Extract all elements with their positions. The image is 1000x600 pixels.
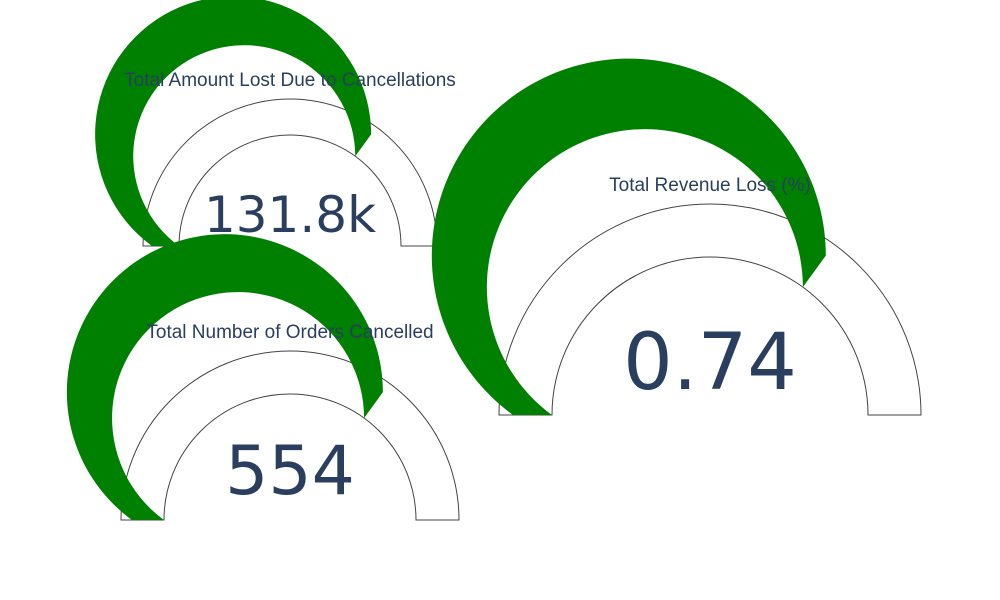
gauge-title-orders-cancelled: Total Number of Orders Cancelled: [146, 322, 434, 343]
gauge-value-amount-lost: 131.8k: [203, 186, 377, 244]
gauge-title-revenue-loss: Total Revenue Loss (%): [609, 175, 811, 196]
gauge-title-amount-lost: Total Amount Lost Due to Cancellations: [124, 70, 456, 91]
gauge-value-orders-cancelled: 554: [225, 432, 355, 511]
gauge-value-revenue-loss: 0.74: [623, 318, 797, 408]
